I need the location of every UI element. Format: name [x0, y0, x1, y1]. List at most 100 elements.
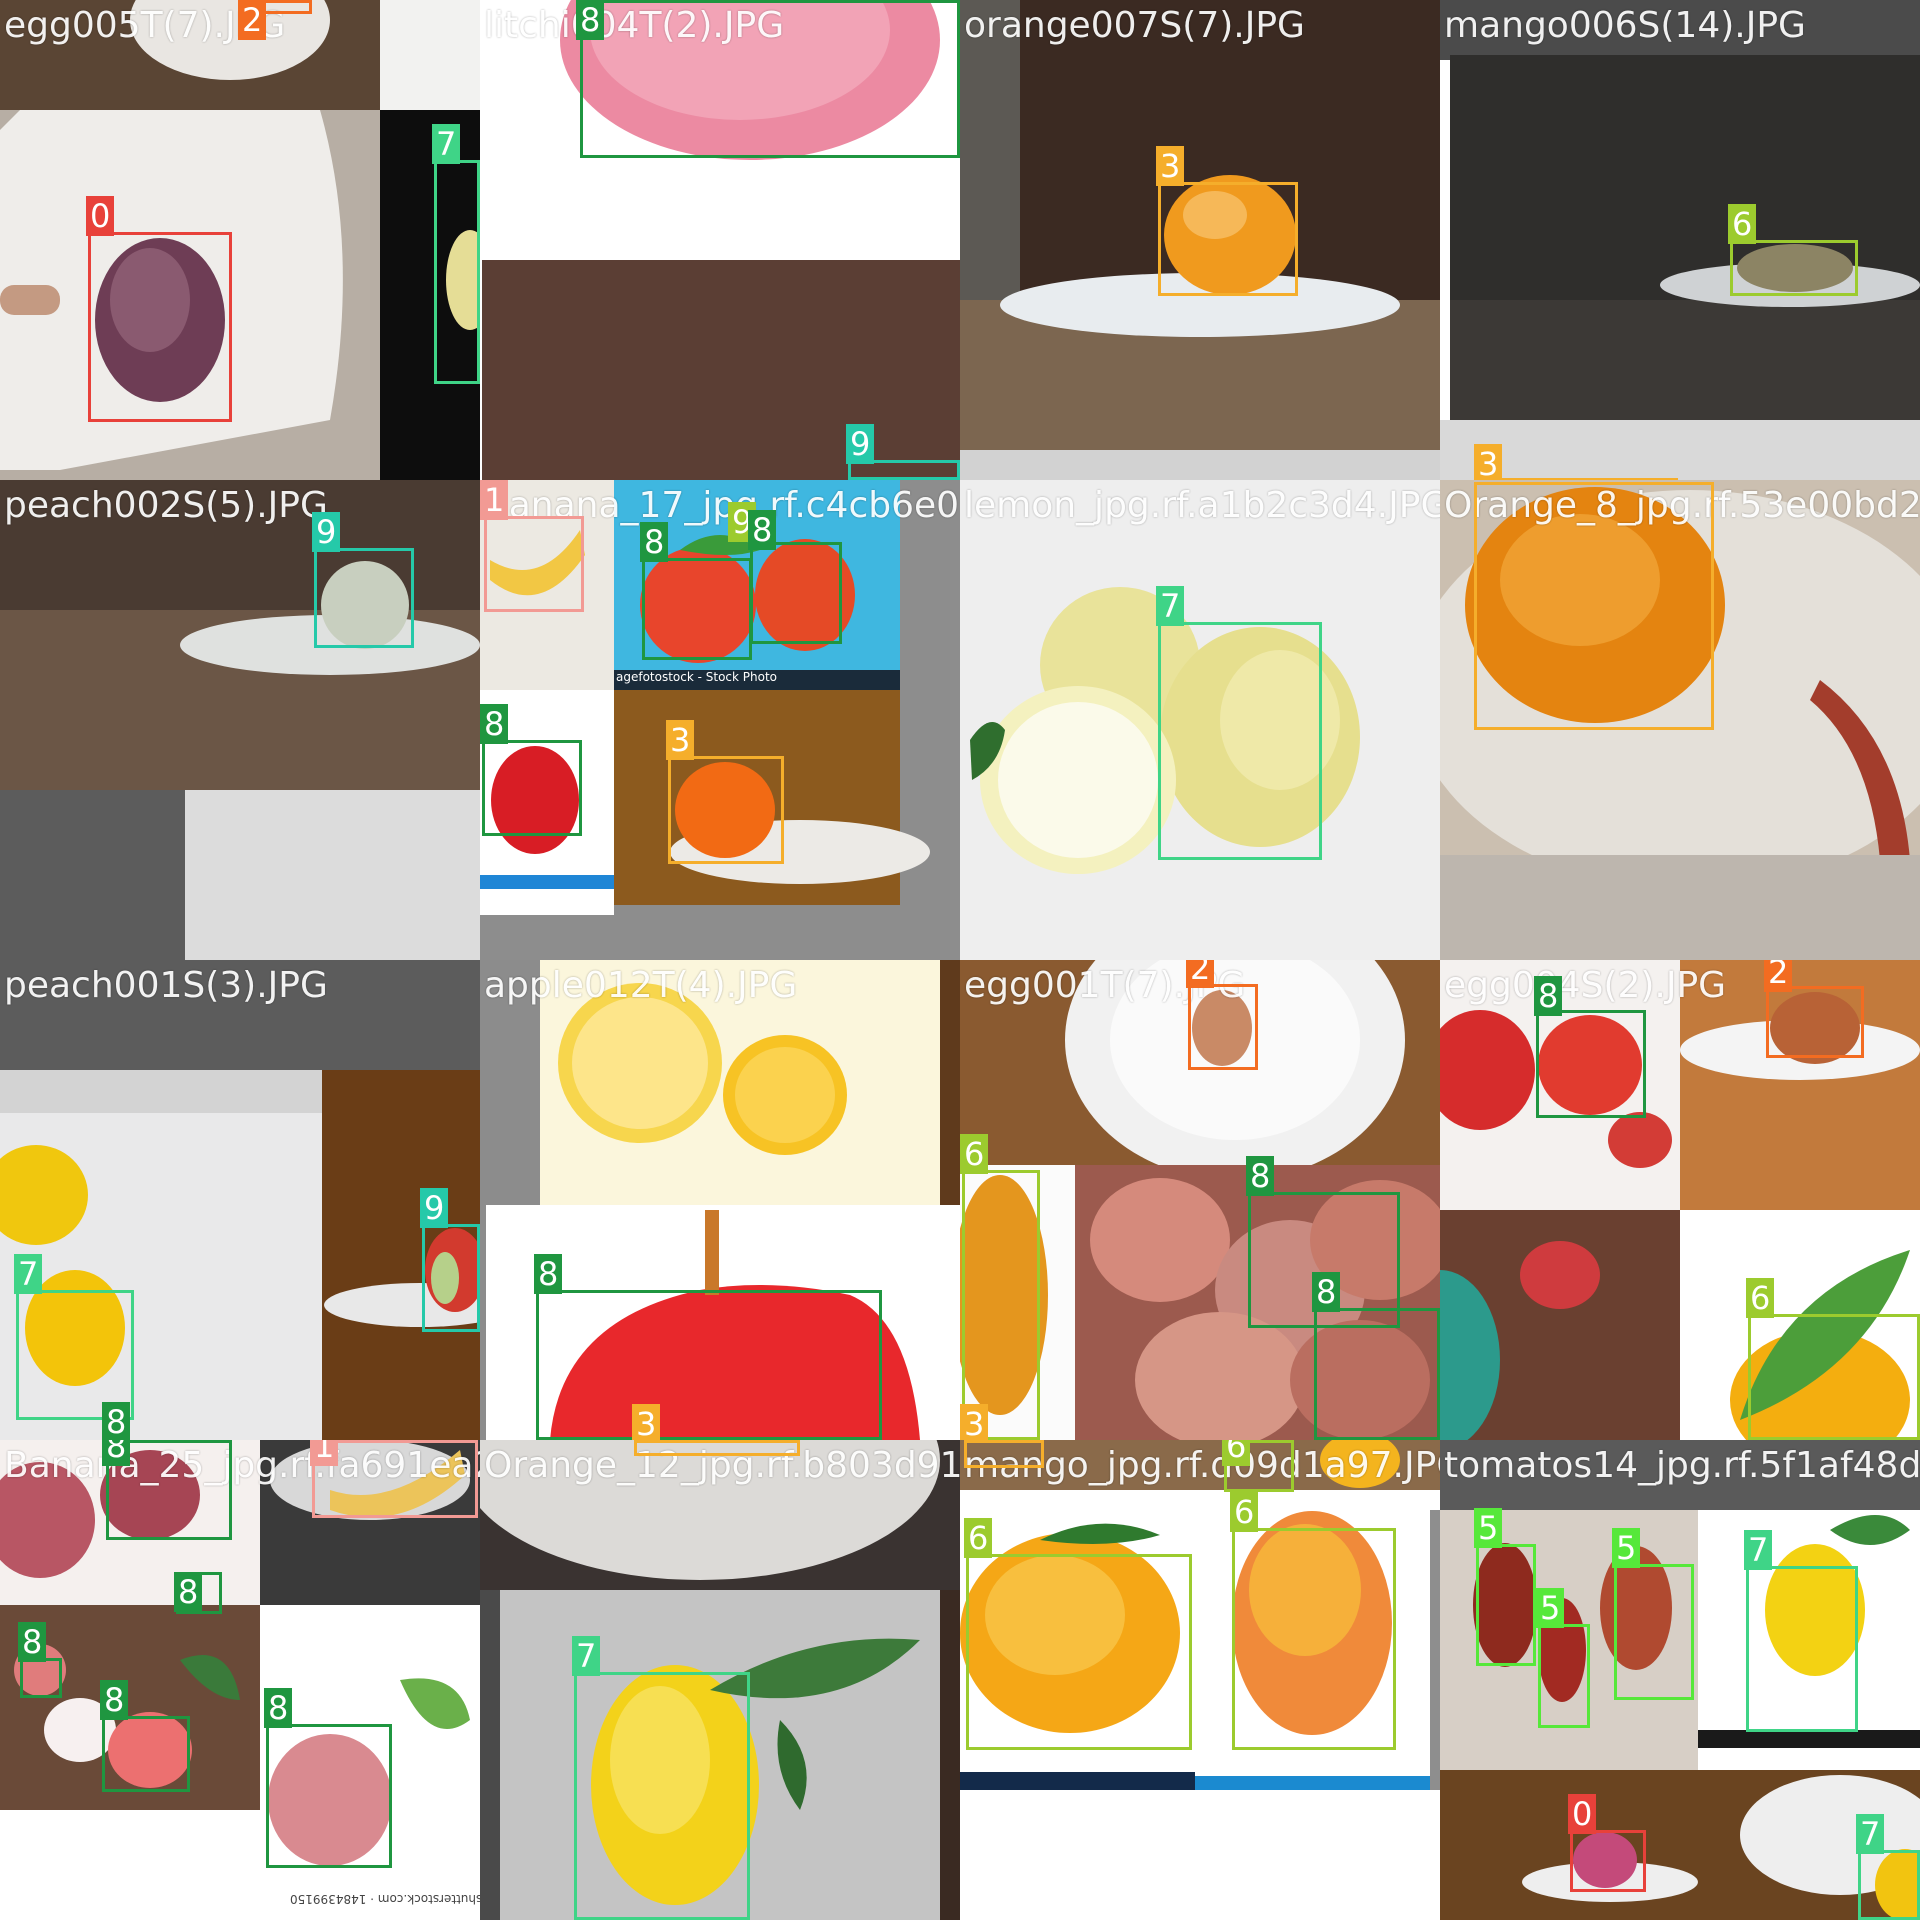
tile-caption: apple012T(4).JPG [484, 965, 798, 1006]
detection-box [434, 160, 480, 384]
detection-label: 7 [572, 1636, 601, 1676]
detection-label: 6 [1230, 1492, 1259, 1532]
detection-box [750, 542, 842, 644]
tile-apple012t: apple012T(4).JPG 8 3 [480, 960, 960, 1440]
detection-box [1232, 1528, 1396, 1750]
detection-box [1570, 1830, 1646, 1892]
detection-label: 0 [1568, 1794, 1597, 1834]
tile-caption: egg004S(2).JPG [1444, 965, 1727, 1006]
detection-label: 3 [666, 720, 695, 760]
detection-box [668, 756, 784, 864]
stock-watermark: shutterstock.com · 1484399150 [290, 1892, 480, 1906]
detection-label: 2 [238, 0, 267, 40]
tile-banana17: Banana_17_jpg.rf.c4cb6e0b55b3c70842389e.… [480, 480, 960, 960]
detection-box [1188, 984, 1258, 1070]
detection-box [1476, 1544, 1536, 1666]
detection-box [484, 516, 584, 612]
tile-banana25: Banana_25_jpg.rf.fa691ea2 shutterstock.c… [0, 1440, 480, 1920]
detection-box [266, 1724, 392, 1868]
detection-label: 3 [960, 1404, 989, 1440]
tile-caption: mango006S(14).JPG [1444, 5, 1806, 46]
tile-scene-egg005t [0, 0, 480, 480]
detection-label: 8 [1534, 976, 1563, 1016]
detection-label: 3 [632, 1404, 661, 1440]
detection-box [20, 1658, 62, 1698]
detection-label: 9 [846, 424, 875, 464]
detection-label: 1 [480, 480, 509, 520]
detection-box [1766, 986, 1864, 1058]
detection-box [1314, 1308, 1440, 1440]
detection-box [1474, 482, 1714, 730]
detection-label: 8 [18, 1622, 47, 1662]
detection-label: 8 [102, 1402, 131, 1440]
detection-box [1748, 1314, 1920, 1440]
detection-label: 9 [312, 512, 341, 552]
detection-box [16, 1290, 134, 1420]
tile-orange8: Orange_8_jpg.rf.53e00bd2c [1440, 480, 1920, 960]
detection-label: 3 [1156, 146, 1185, 186]
tile-peach002s: peach002S(5).JPG 9 [0, 480, 480, 960]
detection-label: 8 [534, 1254, 563, 1294]
detection-box [1158, 622, 1322, 860]
detection-label: 2 [1764, 960, 1793, 992]
detection-box [1614, 1564, 1694, 1700]
detection-label: 5 [1536, 1588, 1565, 1628]
detection-box [88, 232, 232, 422]
tile-orange007s: orange007S(7).JPG 3 [960, 0, 1440, 480]
tile-caption: peach002S(5).JPG [4, 485, 328, 526]
tile-tomatos14: tomatos14_jpg.rf.5f1af48dbc 5 5 5 7 0 7 [1440, 1440, 1920, 1920]
detection-box [1746, 1566, 1858, 1732]
detection-box [314, 548, 414, 648]
detection-box [1536, 1010, 1646, 1118]
tile-mangoes: mango_jpg.rf.d09d1a97.JPG 6 6 6 [960, 1440, 1440, 1920]
detection-box [482, 740, 582, 836]
detection-box [1158, 182, 1298, 296]
detection-box [102, 1716, 190, 1792]
detection-mosaic: egg005T(7).JPG 2 0 7 litchi004T(2).JPG 8… [0, 0, 1920, 1920]
detection-box [574, 1672, 750, 1920]
detection-box [966, 1554, 1192, 1750]
detection-label: 9 [420, 1188, 449, 1228]
detection-label: 7 [432, 124, 461, 164]
tile-lemons: lemon_jpg.rf.a1b2c3d4.JPG 7 [960, 480, 1440, 960]
detection-box [580, 0, 960, 158]
detection-label: 7 [1744, 1530, 1773, 1570]
detection-label: 5 [1474, 1508, 1503, 1548]
detection-box [1730, 240, 1858, 296]
tile-egg004s: egg004S(2).JPG 8 2 6 [1440, 960, 1920, 1440]
detection-box [962, 1170, 1040, 1440]
detection-label: 7 [1156, 586, 1185, 626]
tile-litchi004t: litchi004T(2).JPG 8 9 [480, 0, 960, 480]
tile-caption: tomatos14_jpg.rf.5f1af48dbc [1444, 1445, 1920, 1486]
detection-label: 5 [1612, 1528, 1641, 1568]
tile-egg001t: egg001T(7).JPG 2 6 8 8 3 [960, 960, 1440, 1440]
detection-label: 6 [1746, 1278, 1775, 1318]
detection-label: 8 [640, 522, 669, 562]
detection-box [422, 1224, 480, 1332]
tile-caption: orange007S(7).JPG [964, 5, 1305, 46]
detection-box [642, 558, 752, 660]
detection-label: 0 [86, 196, 115, 236]
detection-label: 6 [964, 1518, 993, 1558]
tile-peach001s: peach001S(3).JPG 9 7 8 [0, 960, 480, 1440]
tile-orange12: Orange_12_jpg.rf.b803d919 7 [480, 1440, 960, 1920]
detection-label: 8 [1312, 1272, 1341, 1312]
detection-label: 6 [1728, 204, 1757, 244]
detection-label: 8 [576, 0, 605, 40]
detection-label: 8 [174, 1572, 203, 1612]
detection-box [1858, 1850, 1920, 1920]
tile-egg005t: egg005T(7).JPG 2 0 7 [0, 0, 480, 480]
detection-label: 6 [1222, 1440, 1251, 1466]
detection-label: 3 [1474, 444, 1503, 480]
detection-label: 1 [310, 1440, 339, 1466]
detection-label: 8 [748, 510, 777, 550]
tile-mango006s: mango006S(14).JPG 6 3 [1440, 0, 1920, 480]
detection-box [1538, 1624, 1590, 1728]
detection-box [964, 1440, 1044, 1468]
detection-label: 8 [102, 1440, 131, 1466]
tile-caption: peach001S(3).JPG [4, 965, 328, 1006]
tile-caption: lemon_jpg.rf.a1b2c3d4.JPG [964, 485, 1440, 526]
detection-label: 8 [1246, 1156, 1275, 1196]
detection-label: 8 [264, 1688, 293, 1728]
detection-label: 6 [960, 1134, 989, 1174]
